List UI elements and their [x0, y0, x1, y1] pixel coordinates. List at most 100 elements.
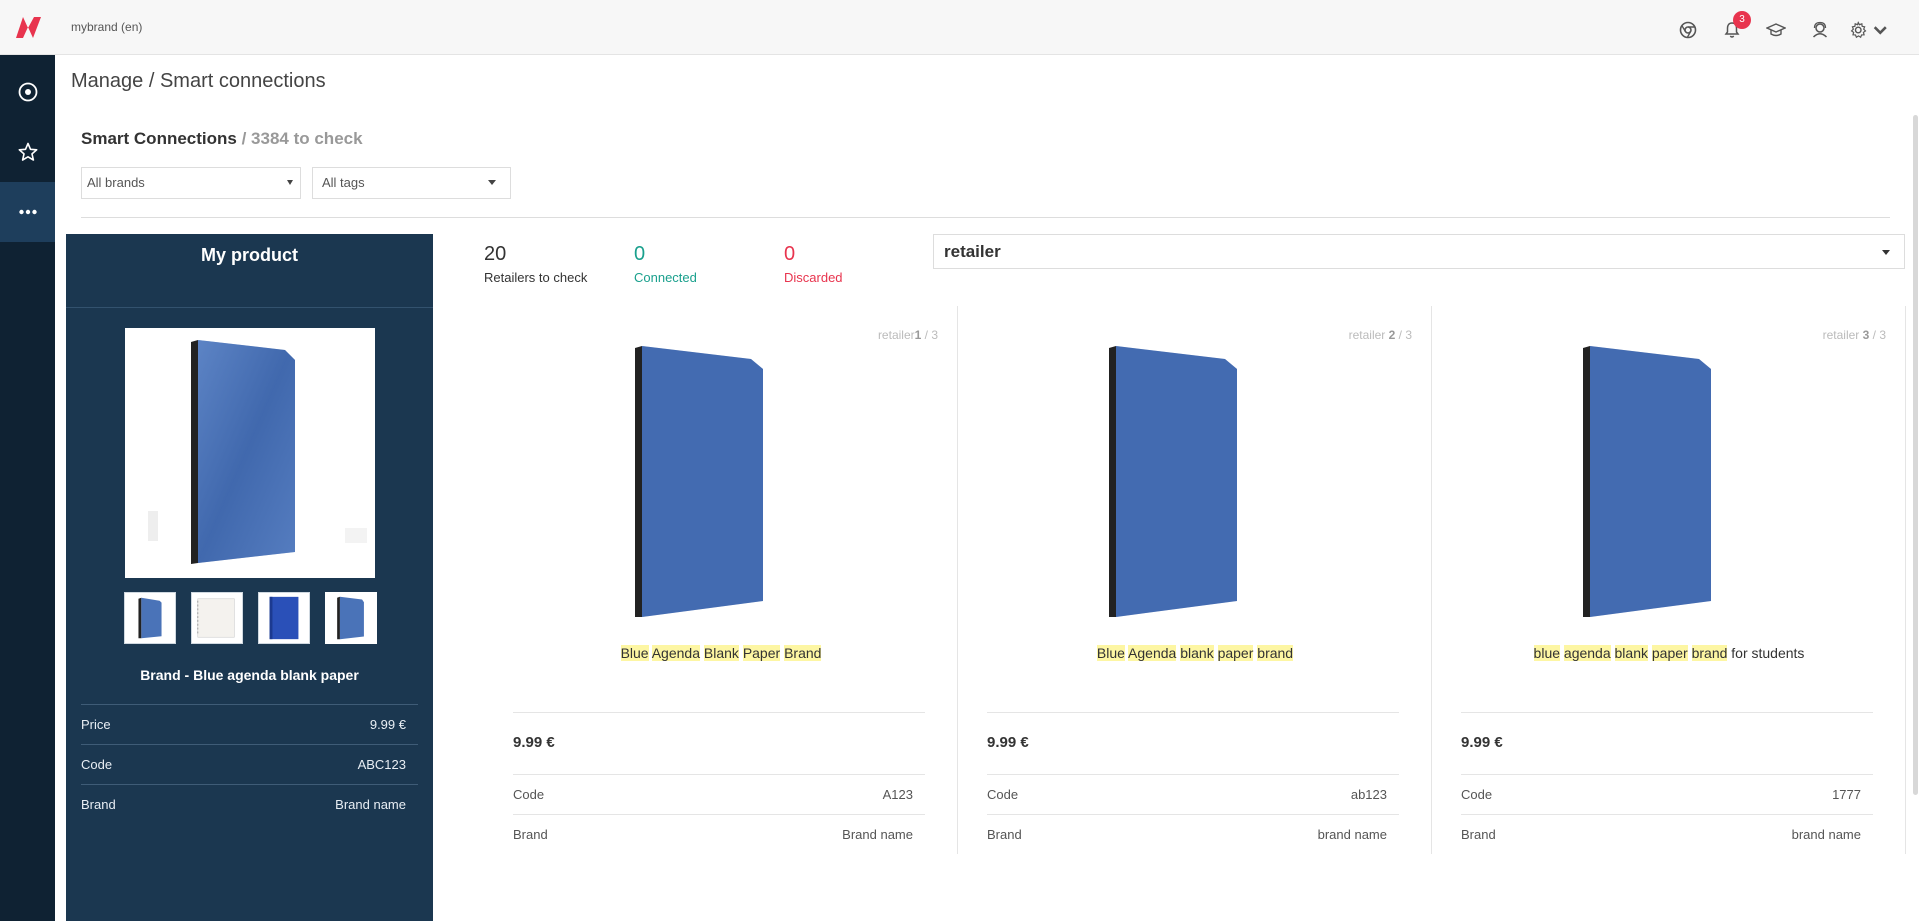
matched-word: blank: [1614, 645, 1648, 661]
matched-word: Agenda: [1128, 645, 1177, 661]
retailer-index-total: / 3: [1395, 328, 1412, 342]
logo-icon[interactable]: [14, 14, 44, 40]
page-title: Smart Connections / 3384 to check: [81, 129, 363, 149]
retailer-price: 9.99 €: [987, 734, 1029, 751]
matched-word: agenda: [1563, 645, 1611, 661]
attribute-value: ab123: [1350, 787, 1387, 802]
scrollbar[interactable]: [1911, 55, 1919, 921]
brands-filter-value: All brands: [87, 175, 145, 190]
retailer-index-total: / 3: [1869, 328, 1886, 342]
retailer-attribute-row: Brand brand name: [987, 814, 1399, 854]
attribute-value: 1777: [1832, 787, 1861, 802]
divider: [1461, 712, 1873, 713]
retailer-attribute-row: Brand Brand name: [513, 814, 925, 854]
product-main-image[interactable]: [125, 328, 375, 578]
retailer-attribute-row: Brand brand name: [1461, 814, 1873, 854]
attribute-row-code: Code ABC123: [81, 744, 418, 784]
caret-down-icon: [488, 180, 496, 185]
sidebar-item-dashboard[interactable]: [0, 62, 55, 122]
dashboard-icon: [18, 82, 37, 102]
name-text: for students: [1727, 645, 1805, 661]
attribute-label: Code: [987, 787, 1019, 802]
retailer-price: 9.99 €: [1461, 734, 1503, 751]
star-icon: [18, 142, 37, 161]
retailer-select[interactable]: retailer: [933, 234, 1905, 269]
stat-label: Connected: [634, 270, 697, 285]
chrome-icon[interactable]: [1673, 15, 1703, 45]
attribute-label: Brand: [1461, 827, 1496, 842]
user-support-icon[interactable]: [1805, 15, 1835, 45]
retailer-index-total: / 3: [921, 328, 938, 342]
retailer-select-value: retailer: [944, 242, 1001, 261]
matched-word: Blue: [1096, 645, 1125, 661]
caret-down-icon: [1882, 250, 1890, 255]
stat-label: Discarded: [784, 270, 843, 285]
scrollbar-thumb[interactable]: [1913, 115, 1918, 795]
attribute-value: Brand name: [842, 827, 913, 842]
my-product-title: My product: [201, 245, 298, 265]
thumbnail-2[interactable]: [191, 592, 243, 644]
attribute-row-price: Price 9.99 €: [81, 704, 418, 744]
retailer-index: retailer 2 / 3: [1349, 328, 1412, 342]
retailer-index-prefix: retailer: [1348, 328, 1389, 342]
retailer-product-image[interactable]: [1105, 333, 1305, 623]
notifications-button[interactable]: 3: [1717, 11, 1751, 45]
matched-word: blank: [1180, 645, 1214, 661]
thumbnail-4-selected[interactable]: [325, 592, 377, 644]
attribute-value: 9.99 €: [369, 717, 406, 732]
tags-filter-value: All tags: [322, 175, 365, 190]
top-bar: mybrand (en) 3: [0, 0, 1919, 55]
retailer-index-prefix: retailer: [877, 328, 915, 342]
matched-word: paper: [1217, 645, 1254, 661]
stat-number: 0: [784, 243, 796, 265]
matched-word: Paper: [742, 645, 781, 661]
more-icon: [18, 209, 37, 215]
matched-word: Blue: [620, 645, 649, 661]
brands-filter-select[interactable]: All brands: [81, 167, 301, 199]
stat-number: 20: [484, 243, 507, 265]
stat-label: Retailers to check: [484, 270, 588, 285]
retailer-card[interactable]: retailer 2 / 3 Blue Agenda blank paper br…: [958, 306, 1432, 854]
retailer-attribute-row: Code A123: [513, 774, 925, 814]
retailer-card[interactable]: retailer1 / 3 Blue Agenda Blank Paper Bra…: [484, 306, 958, 854]
brand-switcher[interactable]: mybrand (en): [71, 20, 142, 34]
thumbnail-3[interactable]: [258, 592, 310, 644]
sidebar-item-favorites[interactable]: [0, 122, 55, 182]
top-icons: 3: [1659, 11, 1889, 46]
matched-word: paper: [1651, 645, 1688, 661]
retailer-product-image[interactable]: [631, 333, 831, 623]
retailer-attribute-row: Code 1777: [1461, 774, 1873, 814]
page-title-text: Smart Connections: [81, 129, 237, 148]
stat-discarded[interactable]: 0 Discarded: [784, 243, 843, 285]
stat-connected[interactable]: 0 Connected: [634, 243, 697, 285]
matched-word: Brand: [784, 645, 822, 661]
sidebar-item-more[interactable]: [0, 182, 55, 242]
name-text: [1688, 645, 1692, 661]
my-product-panel: My product Brand - Blue agenda blank pap…: [66, 234, 433, 921]
graduation-cap-icon[interactable]: [1761, 15, 1791, 45]
retailer-index: retailer 3 / 3: [1823, 328, 1886, 342]
my-product-attributes: Price 9.99 € Code ABC123 Brand Brand nam…: [81, 704, 418, 824]
settings-menu[interactable]: [1849, 15, 1889, 45]
retailer-price: 9.99 €: [513, 734, 555, 751]
tags-filter-select[interactable]: All tags: [312, 167, 511, 199]
attribute-value: Brand name: [335, 797, 406, 812]
attribute-value: brand name: [1317, 827, 1387, 842]
stat-retailers-to-check[interactable]: 20 Retailers to check: [484, 243, 587, 285]
matched-word: blue: [1533, 645, 1561, 661]
chevron-down-icon: [1873, 26, 1887, 35]
name-text: [1611, 645, 1615, 661]
product-thumbnails: [124, 592, 384, 648]
retailer-product-image[interactable]: [1579, 333, 1779, 623]
attribute-label: Code: [513, 787, 545, 802]
retailer-card[interactable]: retailer 3 / 3 blue agenda blank paper br…: [1432, 306, 1906, 854]
attribute-label: Code: [1461, 787, 1493, 802]
stat-number: 0: [634, 243, 646, 265]
notification-badge: 3: [1733, 11, 1751, 29]
to-check-count: / 3384 to check: [241, 129, 363, 148]
my-product-name: Brand - Blue agenda blank paper: [140, 667, 359, 683]
sidebar: [0, 55, 55, 921]
thumbnail-1[interactable]: [124, 592, 176, 644]
retailer-product-name: Blue Agenda Blank Paper Brand: [484, 645, 958, 661]
breadcrumb: Manage / Smart connections: [71, 70, 326, 92]
